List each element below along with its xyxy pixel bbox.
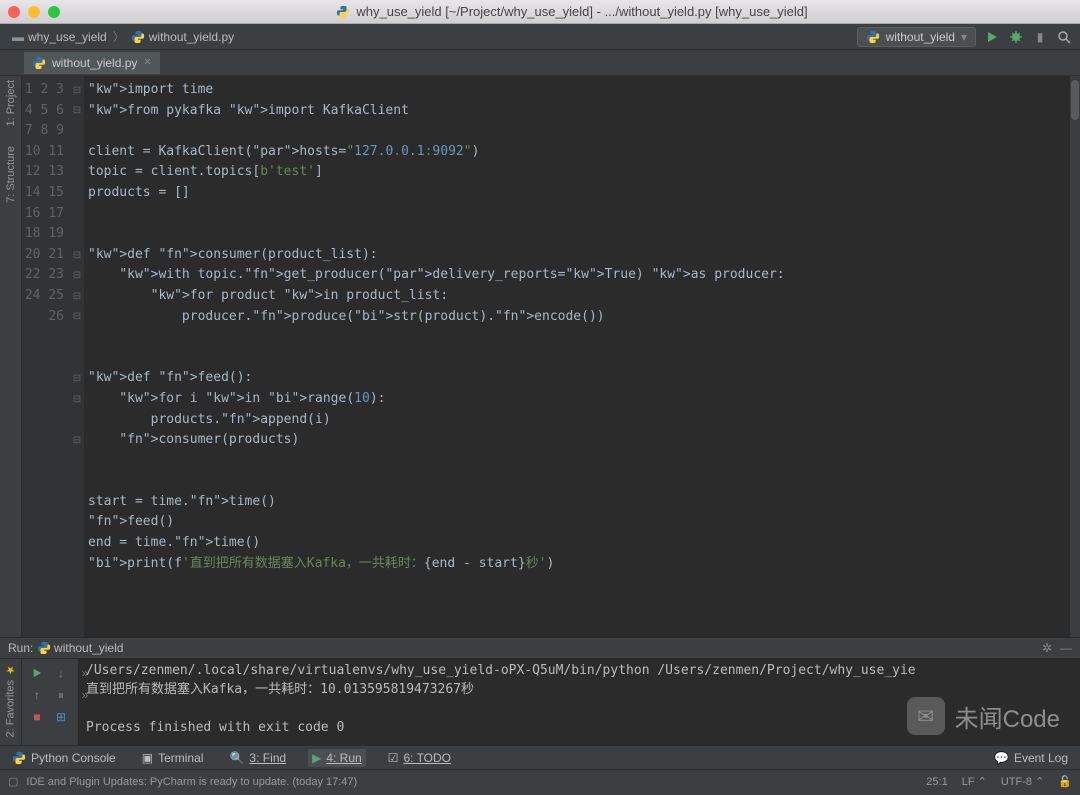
- minimize-window-button[interactable]: [28, 6, 40, 18]
- left-tool-rail-bottom: 2: Favorites ★: [0, 659, 22, 745]
- todo-icon: ☑: [388, 751, 399, 765]
- editor-scrollbar[interactable]: [1070, 76, 1080, 637]
- event-log-icon: 💬: [994, 751, 1009, 765]
- rerun-button[interactable]: [26, 663, 48, 683]
- breadcrumb-file[interactable]: without_yield.py: [127, 28, 238, 46]
- navigation-bar: ▬ why_use_yield 〉 without_yield.py witho…: [0, 24, 1080, 50]
- line-number-gutter: 1 2 3 4 5 6 7 8 9 10 11 12 13 14 15 16 1…: [22, 76, 70, 637]
- search-everywhere-button[interactable]: [1056, 29, 1072, 45]
- settings-icon[interactable]: ✲: [1042, 641, 1052, 655]
- fold-gutter: ⊟⊟⊟⊟⊟⊟⊟⊟⊟: [70, 76, 84, 637]
- tab-todo[interactable]: ☑6: TODO: [384, 749, 455, 767]
- run-panel-title: without_yield: [54, 641, 123, 655]
- bottom-tool-tabs: Python Console ▣Terminal 🔍3: Find ▶4: Ru…: [0, 745, 1080, 769]
- chevron-right-icon: 〉: [113, 28, 125, 45]
- window-titlebar: why_use_yield [~/Project/why_use_yield] …: [0, 0, 1080, 24]
- window-title: why_use_yield [~/Project/why_use_yield] …: [72, 4, 1072, 19]
- python-file-icon: [866, 30, 880, 44]
- play-icon: ▶: [312, 751, 321, 765]
- code-editor[interactable]: 1 2 3 4 5 6 7 8 9 10 11 12 13 14 15 16 1…: [22, 76, 1080, 637]
- caret-position[interactable]: 25:1: [926, 776, 947, 788]
- breadcrumb-project[interactable]: ▬ why_use_yield: [8, 28, 111, 46]
- python-file-icon: [336, 5, 350, 19]
- run-button[interactable]: [984, 29, 1000, 45]
- run-panel-title-prefix: Run:: [8, 641, 33, 655]
- tab-terminal[interactable]: ▣Terminal: [138, 749, 208, 767]
- tab-run[interactable]: ▶4: Run: [308, 749, 366, 767]
- close-tab-icon[interactable]: ✕: [143, 57, 151, 68]
- status-bar: ▢ IDE and Plugin Updates: PyCharm is rea…: [0, 769, 1080, 793]
- search-icon: 🔍: [229, 751, 244, 765]
- minimize-panel-icon[interactable]: —: [1060, 641, 1072, 655]
- folder-icon: ▬: [12, 30, 24, 44]
- tab-event-log[interactable]: 💬Event Log: [990, 749, 1072, 767]
- tool-windows-quick-access-icon[interactable]: ▢: [8, 775, 18, 788]
- tab-python-console[interactable]: Python Console: [8, 749, 120, 767]
- pause-button[interactable]: ⏸: [50, 685, 72, 705]
- watermark: ✉ 未闻Code: [907, 697, 1060, 735]
- tool-window-structure[interactable]: 7: Structure: [5, 146, 17, 203]
- status-message: IDE and Plugin Updates: PyCharm is ready…: [26, 776, 357, 788]
- editor-tabs: without_yield.py ✕: [0, 50, 1080, 76]
- wechat-icon: ✉: [907, 697, 945, 735]
- run-tool-window-header[interactable]: Run: without_yield ✲ —: [0, 637, 1080, 659]
- terminal-icon: ▣: [142, 751, 153, 765]
- stop-up-button[interactable]: ↑: [26, 685, 48, 705]
- window-controls: [8, 6, 60, 18]
- main-area: 1: Project 7: Structure 1 2 3 4 5 6 7 8 …: [0, 76, 1080, 637]
- tool-window-project[interactable]: 1: Project: [5, 80, 17, 126]
- editor-tab-active[interactable]: without_yield.py ✕: [24, 52, 160, 74]
- run-controls: ↑ ■ ↓ ⏸ ⊞ » »: [22, 659, 78, 745]
- maximize-window-button[interactable]: [48, 6, 60, 18]
- debug-button[interactable]: [1008, 29, 1024, 45]
- layout-button[interactable]: ⊞: [50, 707, 72, 727]
- run-configuration-selector[interactable]: without_yield ▾: [857, 27, 976, 47]
- file-encoding[interactable]: UTF-8 ⌃: [1001, 775, 1044, 788]
- python-icon: [12, 751, 26, 765]
- close-window-button[interactable]: [8, 6, 20, 18]
- line-separator[interactable]: LF ⌃: [962, 775, 987, 788]
- dropdown-arrow-icon: ▾: [961, 30, 967, 44]
- readonly-toggle-icon[interactable]: 🔓: [1058, 775, 1072, 788]
- python-file-icon: [37, 641, 51, 655]
- python-file-icon: [32, 56, 46, 70]
- python-file-icon: [131, 30, 145, 44]
- down-button[interactable]: ↓: [50, 663, 72, 683]
- code-area[interactable]: "kw">import time "kw">from pykafka "kw">…: [84, 76, 1080, 637]
- tab-find[interactable]: 🔍3: Find: [225, 749, 290, 767]
- left-tool-rail: 1: Project 7: Structure: [0, 76, 22, 637]
- more-actions-icon[interactable]: ▮: [1032, 29, 1048, 45]
- tool-window-favorites[interactable]: 2: Favorites ★: [4, 663, 17, 737]
- stop-button[interactable]: ■: [26, 707, 48, 727]
